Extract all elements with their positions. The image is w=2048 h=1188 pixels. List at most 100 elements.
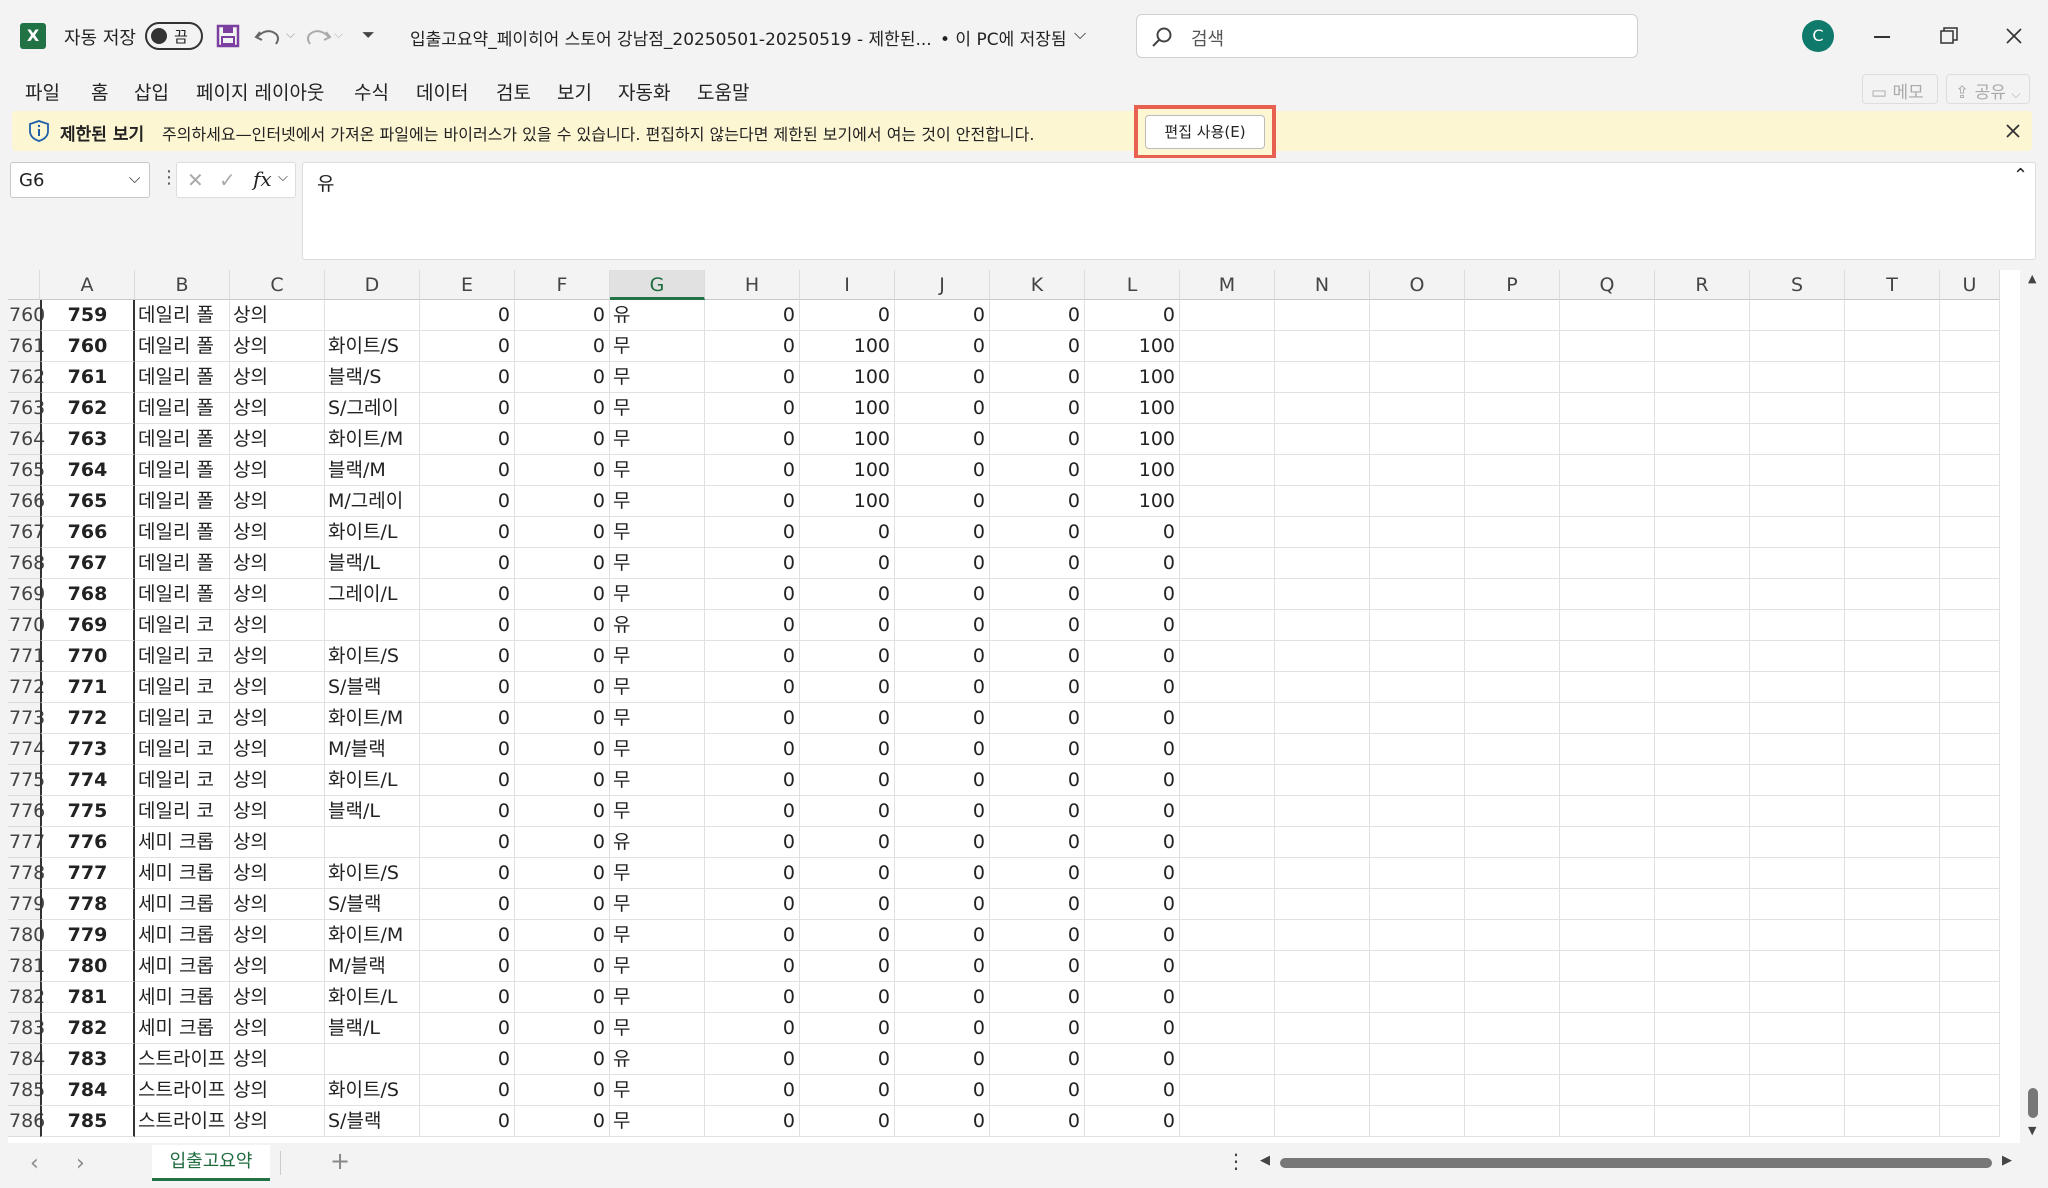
restore-icon[interactable]	[1940, 27, 1958, 45]
tab-view[interactable]: 보기	[557, 78, 592, 105]
cell-o[interactable]	[1370, 610, 1465, 641]
cell-f[interactable]: 0	[515, 672, 610, 703]
cell-o[interactable]	[1370, 672, 1465, 703]
cell-c[interactable]: 상의	[230, 951, 325, 982]
cell-i[interactable]: 0	[800, 1013, 895, 1044]
cell-q[interactable]	[1560, 672, 1655, 703]
cell-d[interactable]: 화이트/L	[325, 982, 420, 1013]
cell-n[interactable]	[1275, 858, 1370, 889]
cell-g[interactable]: 무	[610, 982, 705, 1013]
cell-p[interactable]	[1465, 982, 1560, 1013]
cell-l[interactable]: 0	[1085, 610, 1180, 641]
cell-q[interactable]	[1560, 610, 1655, 641]
cell-q[interactable]	[1560, 300, 1655, 331]
cell-t[interactable]	[1845, 1075, 1940, 1106]
cell-c[interactable]: 상의	[230, 920, 325, 951]
cell-p[interactable]	[1465, 548, 1560, 579]
cell-b[interactable]: 데일리 폴	[135, 486, 230, 517]
cell-n[interactable]	[1275, 1075, 1370, 1106]
cell-b[interactable]: 데일리 폴	[135, 300, 230, 331]
row-header[interactable]: 760	[8, 300, 45, 331]
cell-s[interactable]	[1750, 641, 1845, 672]
cell-m[interactable]	[1180, 951, 1275, 982]
cell-e[interactable]: 0	[420, 889, 515, 920]
cell-o[interactable]	[1370, 455, 1465, 486]
cell-s[interactable]	[1750, 889, 1845, 920]
cell-e[interactable]: 0	[420, 579, 515, 610]
cell-f[interactable]: 0	[515, 703, 610, 734]
cell-j[interactable]: 0	[895, 610, 990, 641]
cell-p[interactable]	[1465, 858, 1560, 889]
cell-m[interactable]	[1180, 393, 1275, 424]
cell-c[interactable]: 상의	[230, 455, 325, 486]
cell-a[interactable]: 774	[40, 765, 135, 796]
cell-i[interactable]: 0	[800, 1075, 895, 1106]
cell-u[interactable]	[1940, 920, 2000, 951]
row-header[interactable]: 781	[8, 951, 45, 982]
row-header[interactable]: 785	[8, 1075, 45, 1106]
cell-l[interactable]: 0	[1085, 920, 1180, 951]
cell-p[interactable]	[1465, 920, 1560, 951]
cell-f[interactable]: 0	[515, 1013, 610, 1044]
cell-r[interactable]	[1655, 920, 1750, 951]
cell-r[interactable]	[1655, 703, 1750, 734]
cell-f[interactable]: 0	[515, 393, 610, 424]
cell-o[interactable]	[1370, 1075, 1465, 1106]
cell-j[interactable]: 0	[895, 517, 990, 548]
cell-g[interactable]: 무	[610, 920, 705, 951]
cell-q[interactable]	[1560, 858, 1655, 889]
cell-q[interactable]	[1560, 362, 1655, 393]
cell-o[interactable]	[1370, 641, 1465, 672]
cell-g[interactable]: 무	[610, 858, 705, 889]
cell-j[interactable]: 0	[895, 1075, 990, 1106]
cell-d[interactable]: 블랙/L	[325, 796, 420, 827]
cell-m[interactable]	[1180, 1075, 1275, 1106]
cell-h[interactable]: 0	[705, 920, 800, 951]
column-header-f[interactable]: F	[515, 270, 610, 300]
scroll-left-icon[interactable]: ◀	[1260, 1153, 1270, 1168]
cell-k[interactable]: 0	[990, 982, 1085, 1013]
cell-p[interactable]	[1465, 331, 1560, 362]
cell-s[interactable]	[1750, 796, 1845, 827]
cell-k[interactable]: 0	[990, 455, 1085, 486]
cell-o[interactable]	[1370, 579, 1465, 610]
cell-d[interactable]: S/블랙	[325, 889, 420, 920]
cell-e[interactable]: 0	[420, 486, 515, 517]
cell-r[interactable]	[1655, 548, 1750, 579]
cell-p[interactable]	[1465, 300, 1560, 331]
cell-r[interactable]	[1655, 300, 1750, 331]
cell-e[interactable]: 0	[420, 1013, 515, 1044]
cell-c[interactable]: 상의	[230, 1044, 325, 1075]
cell-f[interactable]: 0	[515, 1075, 610, 1106]
cell-f[interactable]: 0	[515, 1106, 610, 1137]
cell-h[interactable]: 0	[705, 424, 800, 455]
cell-j[interactable]: 0	[895, 393, 990, 424]
cell-e[interactable]: 0	[420, 982, 515, 1013]
cell-p[interactable]	[1465, 672, 1560, 703]
cell-t[interactable]	[1845, 827, 1940, 858]
cell-d[interactable]: 화이트/S	[325, 641, 420, 672]
cell-t[interactable]	[1845, 1044, 1940, 1075]
cell-b[interactable]: 데일리 폴	[135, 393, 230, 424]
row-header[interactable]: 767	[8, 517, 45, 548]
cell-e[interactable]: 0	[420, 703, 515, 734]
sheet-options-icon[interactable]: ⋮	[1226, 1149, 1246, 1173]
cell-j[interactable]: 0	[895, 579, 990, 610]
cell-h[interactable]: 0	[705, 641, 800, 672]
cell-s[interactable]	[1750, 300, 1845, 331]
cell-k[interactable]: 0	[990, 1013, 1085, 1044]
cell-a[interactable]: 784	[40, 1075, 135, 1106]
cell-s[interactable]	[1750, 362, 1845, 393]
column-header-n[interactable]: N	[1275, 270, 1370, 300]
cell-t[interactable]	[1845, 486, 1940, 517]
share-button[interactable]: ⇪ 공유 ⌵	[1946, 74, 2030, 104]
cell-r[interactable]	[1655, 796, 1750, 827]
cell-h[interactable]: 0	[705, 362, 800, 393]
cell-m[interactable]	[1180, 641, 1275, 672]
memo-button[interactable]: ▭ 메모	[1862, 74, 1938, 104]
cell-i[interactable]: 100	[800, 486, 895, 517]
cell-m[interactable]	[1180, 424, 1275, 455]
cell-q[interactable]	[1560, 703, 1655, 734]
autosave-toggle[interactable]: 끔	[145, 22, 203, 50]
cell-j[interactable]: 0	[895, 951, 990, 982]
